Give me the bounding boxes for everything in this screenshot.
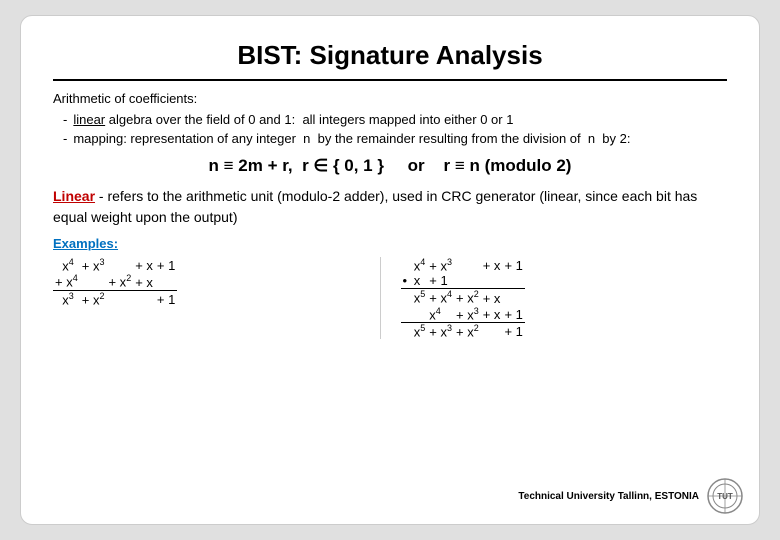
arithmetic-label: Arithmetic of coefficients: bbox=[53, 91, 727, 106]
left-row-2: + x4 + x2 + x bbox=[53, 273, 177, 290]
formula: n ≡ 2m + r, r ∈ { 0, 1 } or r ≡ n (modul… bbox=[53, 156, 727, 176]
left-math-table: x4 + x3 + x + 1 + x4 + x2 + x x bbox=[53, 257, 177, 307]
slide-title: BIST: Signature Analysis bbox=[53, 40, 727, 71]
linear-section-text: - refers to the arithmetic unit (modulo-… bbox=[53, 188, 697, 225]
footer: Technical University Tallinn, ESTONIA TU… bbox=[518, 478, 743, 514]
left-row-result: x3 + x2 + 1 bbox=[53, 290, 177, 307]
footer-text: Technical University Tallinn, ESTONIA bbox=[518, 491, 699, 502]
left-row-1: x4 + x3 + x + 1 bbox=[53, 257, 177, 273]
examples-label: Examples: bbox=[53, 236, 727, 251]
examples-container: x4 + x3 + x + 1 + x4 + x2 + x x bbox=[53, 257, 727, 339]
slide-container: BIST: Signature Analysis Arithmetic of c… bbox=[20, 15, 760, 525]
linear-word: Linear bbox=[53, 188, 95, 204]
svg-text:TUT: TUT bbox=[717, 492, 733, 501]
bullet-item-2: - mapping: representation of any integer… bbox=[63, 131, 727, 146]
right-row-div2: x4 + x3 + x + 1 bbox=[401, 306, 525, 323]
university-logo: TUT bbox=[707, 478, 743, 514]
right-row-result: x5 + x3 + x2 + 1 bbox=[401, 322, 525, 339]
linear-section: Linear - refers to the arithmetic unit (… bbox=[53, 186, 727, 228]
bullet2-text: mapping: representation of any integer n… bbox=[73, 131, 630, 146]
example-right: x4 + x3 + x + 1 • x + 1 bbox=[380, 257, 728, 339]
right-row-bullet: • x + 1 bbox=[401, 273, 525, 289]
example-left: x4 + x3 + x + 1 + x4 + x2 + x x bbox=[53, 257, 380, 339]
linear-underline: linear bbox=[73, 112, 105, 127]
dash-1: - bbox=[63, 112, 67, 127]
dash-2: - bbox=[63, 131, 67, 146]
title-divider bbox=[53, 79, 727, 81]
bullet1-text: linear algebra over the field of 0 and 1… bbox=[73, 112, 513, 127]
bullet-item-1: - linear algebra over the field of 0 and… bbox=[63, 112, 727, 127]
right-row-1: x4 + x3 + x + 1 bbox=[401, 257, 525, 273]
right-row-div1: x5 + x4 + x2 + x bbox=[401, 289, 525, 306]
right-math-table: x4 + x3 + x + 1 • x + 1 bbox=[401, 257, 525, 339]
bullet-list: - linear algebra over the field of 0 and… bbox=[63, 112, 727, 146]
